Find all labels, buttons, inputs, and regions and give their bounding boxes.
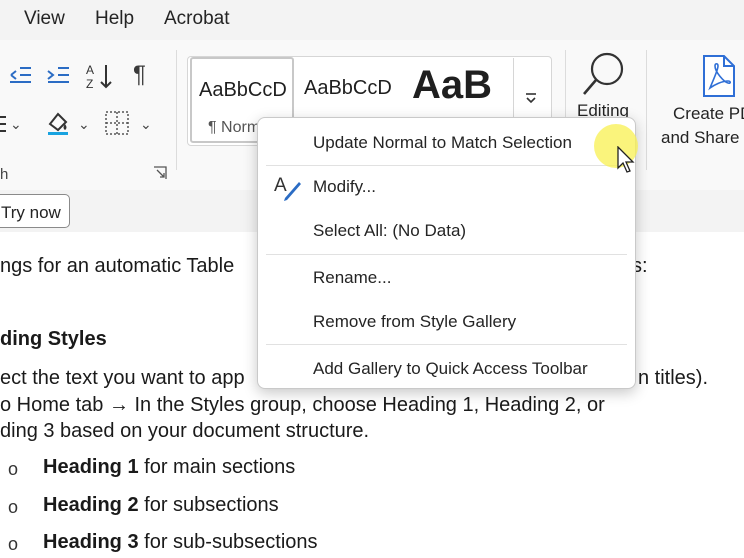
style-name: ¶ Norm	[208, 119, 261, 136]
bullet-marker: o	[8, 497, 19, 517]
decrease-indent-icon[interactable]	[8, 64, 32, 90]
menu-item-update-normal[interactable]: Update Normal to Match Selection	[258, 122, 635, 162]
show-formatting-marks-icon[interactable]: ¶	[133, 63, 146, 87]
document-text-line: ngs for an automatic Table	[0, 255, 235, 277]
document-text-line: ect the text you want to app	[0, 367, 245, 389]
line-spacing-icon[interactable]	[0, 113, 8, 139]
menu-separator	[266, 344, 627, 345]
menu-item-label: Add Gallery to Quick Access Toolbar	[313, 359, 588, 378]
style-sample: AaBbCcD	[199, 79, 287, 101]
chevron-down-icon[interactable]: ⌄	[10, 116, 22, 133]
menu-item-modify[interactable]: A Modify...	[258, 166, 635, 206]
document-text-line: n titles).	[638, 367, 709, 389]
sort-icon[interactable]: AZ	[86, 62, 114, 94]
menu-acrobat[interactable]: Acrobat	[164, 8, 229, 30]
borders-icon[interactable]	[104, 110, 130, 140]
menu-item-label: Remove from Style Gallery	[313, 312, 517, 331]
document-heading: ding Styles	[0, 328, 107, 350]
svg-text:A: A	[86, 63, 94, 77]
menu-item-remove-from-gallery[interactable]: Remove from Style Gallery	[258, 301, 635, 341]
document-text-line: ding 3 based on your document structure.	[0, 420, 370, 442]
menu-item-label: Modify...	[313, 177, 376, 196]
menu-separator	[266, 254, 627, 255]
create-pdf-label[interactable]: and Share	[661, 128, 739, 148]
list-item: Heading 3 for sub-subsections	[43, 531, 318, 553]
modify-style-icon: A	[273, 172, 303, 207]
search-icon[interactable]	[580, 50, 628, 103]
menu-item-label: Update Normal to Match Selection	[313, 133, 572, 152]
try-now-button[interactable]: Try now	[0, 194, 70, 228]
create-pdf-label[interactable]: Create PD	[673, 104, 744, 124]
mouse-pointer-icon	[617, 145, 635, 179]
menu-view[interactable]: View	[24, 8, 65, 30]
svg-text:A: A	[274, 175, 287, 196]
menu-item-label: Select All: (No Data)	[313, 221, 467, 240]
group-separator	[646, 50, 647, 170]
list-item: Heading 1 for main sections	[43, 456, 296, 478]
menu-help[interactable]: Help	[95, 8, 134, 30]
group-separator	[176, 50, 177, 170]
menu-item-select-all[interactable]: Select All: (No Data)	[258, 210, 635, 250]
try-now-label: Try now	[1, 203, 61, 222]
shading-icon[interactable]	[46, 110, 70, 140]
style-sample: AaB	[412, 63, 493, 107]
menu-item-add-gallery-to-qat[interactable]: Add Gallery to Quick Access Toolbar	[258, 348, 635, 388]
acrobat-pdf-icon[interactable]	[700, 54, 736, 103]
bullet-marker: o	[8, 534, 19, 554]
style-sample: AaBbCcD	[304, 77, 392, 99]
chevron-down-icon[interactable]: ⌄	[140, 116, 152, 133]
dialog-launcher-icon[interactable]	[153, 166, 167, 185]
paragraph-group-label: h	[0, 166, 9, 183]
document-text-line: o Home tab → In the Styles group, choose…	[0, 394, 605, 416]
menu-item-rename[interactable]: Rename...	[258, 257, 635, 297]
svg-text:Z: Z	[86, 77, 93, 90]
bullet-marker: o	[8, 459, 19, 479]
list-item: Heading 2 for subsections	[43, 494, 279, 516]
increase-indent-icon[interactable]	[46, 64, 70, 90]
menu-bar: View Help Acrobat	[0, 0, 744, 40]
menu-item-label: Rename...	[313, 268, 392, 287]
chevron-down-icon[interactable]: ⌄	[78, 116, 90, 133]
style-context-menu: Update Normal to Match Selection A Modif…	[257, 117, 636, 389]
